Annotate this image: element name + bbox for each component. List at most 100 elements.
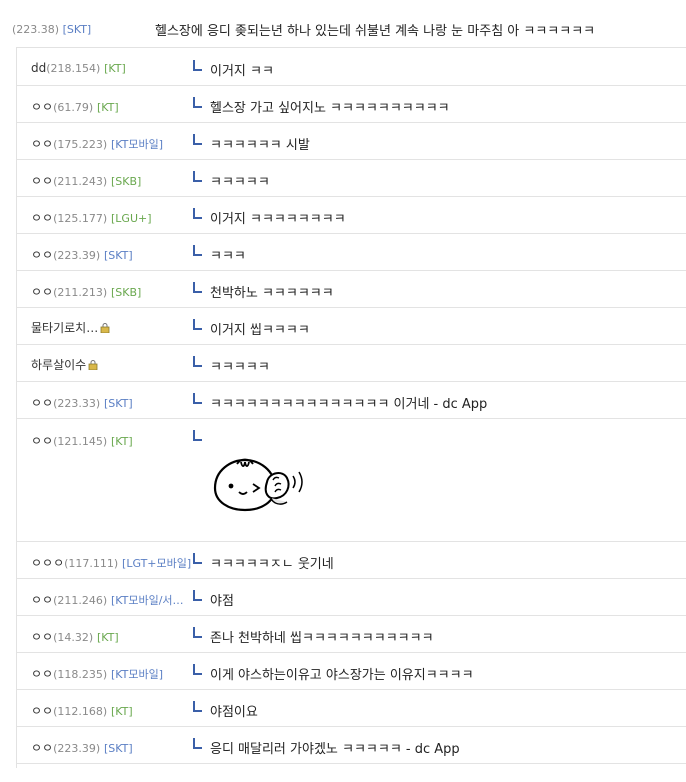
reply-isp: [KT] (111, 435, 133, 448)
reply-text: ㅋㅋㅋㅋㅋ (210, 360, 270, 375)
reply-isp: [KT] (97, 631, 119, 644)
reply-author[interactable]: ㅇㅇ(61.79) [KT] (31, 98, 119, 115)
reply-marker-icon (193, 208, 202, 219)
reply-isp: [SKB] (111, 286, 142, 299)
reply-row: ㅇㅇ(112.168) [KT] 야점이요 (17, 689, 686, 727)
reply-ip: (218.154) (46, 62, 101, 75)
reply-marker-icon (193, 590, 202, 601)
reply-author[interactable]: ㅇㅇ(175.223) [KT모바일] (31, 135, 163, 152)
reply-isp: [KT모바일/서… (111, 594, 184, 607)
reply-row: ㅇㅇ(125.177) [LGU+] 이거지 ㅋㅋㅋㅋㅋㅋㅋㅋ (17, 196, 686, 234)
post-ip: (223.38) [SKT] (12, 23, 92, 36)
reply-text: 응디 매달리러 가야겠노 ㅋㅋㅋㅋㅋ - dc App (210, 742, 460, 757)
reply-author[interactable]: ㅇㅇ(223.39) [SKT] (31, 246, 133, 263)
reply-text: 이거지 ㅋㅋ (210, 64, 274, 79)
reply-ip: (14.32) (53, 631, 94, 644)
reply-author[interactable]: ㅇㅇ(118.235) [KT모바일] (31, 665, 163, 682)
reply-text: ㅋㅋㅋㅋㅋ (210, 175, 270, 190)
reply-marker-icon (193, 171, 202, 182)
reply-text: 이거지 씹ㅋㅋㅋㅋ (210, 323, 310, 338)
reply-row: ㅇㅇ(61.79) [KT] 헬스장 가고 싶어지노 ㅋㅋㅋㅋㅋㅋㅋㅋㅋㅋ (17, 85, 686, 123)
reply-ip: (118.235) (53, 668, 108, 681)
reply-isp: [KT모바일] (111, 138, 164, 151)
reply-isp: [SKB] (111, 175, 142, 188)
reply-isp: [KT모바일] (111, 668, 164, 681)
reply-author[interactable]: ㅇㅇ(211.243) [SKB] (31, 172, 141, 189)
reply-isp: [KT] (111, 705, 133, 718)
reply-row: dd(218.154) [KT] 이거지 ㅋㅋ (17, 48, 686, 86)
reply-isp: [LGU+] (111, 212, 152, 225)
reply-author[interactable]: dd(218.154) [KT] (31, 61, 126, 75)
reply-author[interactable]: ㅇㅇ(223.33) [SKT] (31, 394, 133, 411)
reply-row: ㅇㅇ(14.32) [KT] 존나 천박하네 씹ㅋㅋㅋㅋㅋㅋㅋㅋㅋㅋㅋ (17, 615, 686, 653)
reply-isp: [LGT+모바일] (122, 557, 192, 570)
reply-ip: (211.246) (53, 594, 108, 607)
reply-row: ㅇㅇ(118.235) [KT모바일] 이게 야스하는이유고 야스장가는 이유지… (17, 652, 686, 690)
reply-text: ㅋㅋㅋ (210, 249, 246, 264)
reply-marker-icon (193, 627, 202, 638)
reply-row: ㅇㅇ(223.33) [SKT] ㅋㅋㅋㅋㅋㅋㅋㅋㅋㅋㅋㅋㅋㅋㅋ 이거네 - d… (17, 381, 686, 419)
reply-author[interactable]: ㅇㅇ(223.39) [SKT] (31, 739, 133, 756)
reply-marker-icon (193, 60, 202, 71)
reply-isp: [SKT] (104, 742, 133, 755)
reply-marker-icon (193, 282, 202, 293)
reply-marker-icon (193, 356, 202, 367)
reply-marker-icon (193, 701, 202, 712)
reply-author[interactable]: ㅇㅇ(112.168) [KT] (31, 702, 133, 719)
lock-icon (88, 360, 98, 370)
reply-author[interactable]: ㅇㅇ(211.213) [SKB] (31, 283, 141, 300)
reply-ip: (223.39) (53, 742, 101, 755)
reply-author[interactable]: ㅇㅇ(125.177) [LGU+] (31, 209, 152, 226)
reply-row: ㅇㅇ(121.145) [KT] (17, 418, 686, 542)
reply-author[interactable]: ㅇㅇ(121.145) [KT] (31, 432, 133, 449)
reply-marker-icon (193, 134, 202, 145)
reply-row: ㅇㅇ(211.246) [KT모바일/서… 야점 (17, 578, 686, 616)
reply-row: ㅇㅇ(211.243) [SKB] ㅋㅋㅋㅋㅋ (17, 159, 686, 197)
reply-marker-icon (193, 393, 202, 404)
reply-text: 헬스장 가고 싶어지노 ㅋㅋㅋㅋㅋㅋㅋㅋㅋㅋ (210, 101, 450, 116)
reply-isp: [KT] (104, 62, 126, 75)
reply-ip: (175.223) (53, 138, 108, 151)
reply-author[interactable]: 하루살이수 (31, 356, 98, 373)
reply-isp: [SKT] (104, 397, 133, 410)
reply-ip: (112.168) (53, 705, 108, 718)
reply-text: ㅋㅋㅋㅋㅋㅋㅋㅋㅋㅋㅋㅋㅋㅋㅋ 이거네 - dc App (210, 397, 488, 412)
reply-ip: (211.243) (53, 175, 108, 188)
reply-ip: (125.177) (53, 212, 108, 225)
reply-text: 이거지 ㅋㅋㅋㅋㅋㅋㅋㅋ (210, 212, 346, 227)
dumpling-sticker-image (213, 458, 303, 512)
reply-marker-icon (193, 553, 202, 564)
reply-marker-icon (193, 430, 202, 441)
post-text: 헬스장에 응디 좆되는년 하나 있는데 쉬불년 계속 나랑 눈 마주침 아 ㅋㅋ… (155, 24, 596, 39)
reply-text: 천박하노 ㅋㅋㅋㅋㅋㅋ (210, 286, 334, 301)
reply-row: ㅇㅇ(223.39) [SKT] 응디 매달리러 가야겠노 ㅋㅋㅋㅋㅋ - dc… (17, 726, 686, 764)
reply-ip: (61.79) (53, 101, 94, 114)
reply-row: 하루살이수 ㅋㅋㅋㅋㅋ (17, 344, 686, 382)
reply-list: dd(218.154) [KT] 이거지 ㅋㅋ ㅇㅇ(61.79) [KT] 헬… (16, 47, 686, 768)
reply-author[interactable]: ㅇㅇ(14.32) [KT] (31, 628, 119, 645)
lock-icon (100, 323, 110, 333)
reply-isp: [SKT] (104, 249, 133, 262)
reply-author[interactable]: ㅇㅇㅇ(117.111) [LGT+모바일] (31, 554, 191, 571)
reply-text: 야점이요 (210, 705, 258, 720)
reply-text: 존나 천박하네 씹ㅋㅋㅋㅋㅋㅋㅋㅋㅋㅋㅋ (210, 631, 434, 646)
reply-text: 야점 (210, 594, 234, 609)
reply-text: ㅋㅋㅋㅋㅋㅋ 시발 (210, 138, 310, 153)
reply-text: 이게 야스하는이유고 야스장가는 이유지ㅋㅋㅋㅋ (210, 668, 474, 683)
reply-row: ㅇㅇㅇ(117.111) [LGT+모바일] ㅋㅋㅋㅋㅋㅈㄴ 웃기네 (17, 541, 686, 579)
reply-marker-icon (193, 319, 202, 330)
reply-isp: [KT] (97, 101, 119, 114)
reply-text: ㅋㅋㅋㅋㅋㅈㄴ 웃기네 (210, 557, 334, 572)
reply-ip: (211.213) (53, 286, 108, 299)
reply-marker-icon (193, 97, 202, 108)
reply-author[interactable]: ㅇㅇ(211.246) [KT모바일/서… (31, 591, 184, 608)
reply-ip: (121.145) (53, 435, 108, 448)
reply-marker-icon (193, 664, 202, 675)
reply-marker-icon (193, 245, 202, 256)
reply-ip: (223.39) (53, 249, 101, 262)
reply-row: ㅇㅇ(223.39) [SKT] ㅋㅋㅋ (17, 233, 686, 271)
reply-author[interactable]: 물타기로치… (31, 319, 110, 336)
post-isp: [SKT] (62, 23, 92, 36)
reply-row: 물타기로치… 이거지 씹ㅋㅋㅋㅋ (17, 307, 686, 345)
post-header-row: (223.38) [SKT] 헬스장에 응디 좆되는년 하나 있는데 쉬불년 계… (0, 0, 686, 46)
